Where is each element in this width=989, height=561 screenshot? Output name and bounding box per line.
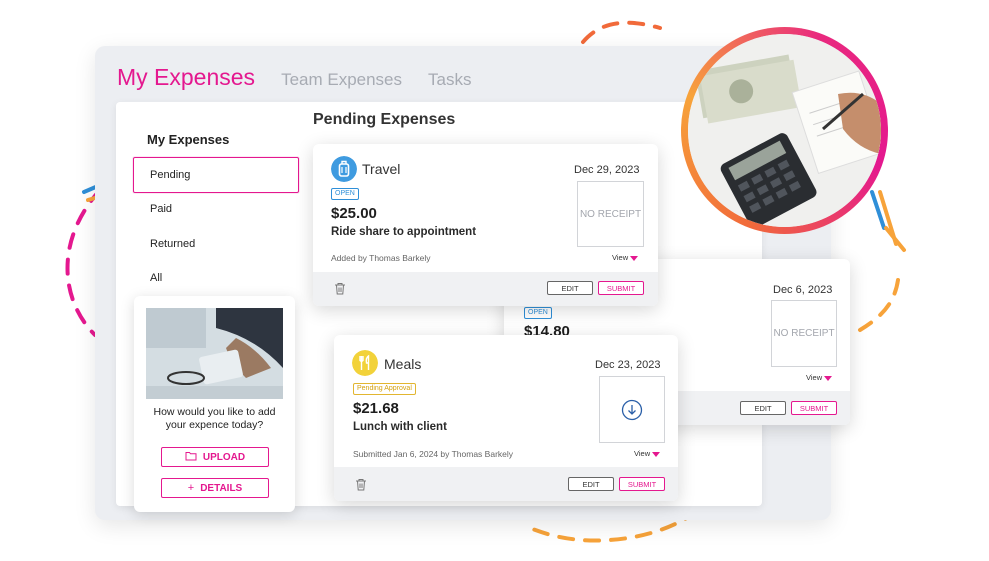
- expense-card-travel[interactable]: Travel OPEN $25.00 Ride share to appoint…: [313, 144, 658, 306]
- expense-meta: Submitted Jan 6, 2024 by Thomas Barkely: [353, 449, 514, 459]
- trash-icon[interactable]: [355, 478, 367, 491]
- sidebar-item-all[interactable]: All: [133, 260, 299, 296]
- folder-icon: [185, 451, 197, 464]
- expense-card-meals[interactable]: Meals Pending Approval $21.68 Lunch with…: [334, 335, 678, 501]
- submit-button[interactable]: SUBMIT: [791, 401, 837, 415]
- expense-date: Dec 23, 2023: [595, 359, 661, 371]
- luggage-icon: [331, 156, 357, 182]
- plus-icon: +: [187, 482, 195, 494]
- caret-down-icon: [824, 375, 833, 381]
- sidebar-item-paid[interactable]: Paid: [133, 191, 299, 227]
- section-title: Pending Expenses: [313, 111, 456, 128]
- expense-date: Dec 6, 2023: [773, 284, 833, 296]
- upload-button[interactable]: UPLOAD: [161, 447, 269, 467]
- submit-button[interactable]: SUBMIT: [598, 281, 644, 295]
- view-dropdown[interactable]: View: [612, 253, 639, 262]
- caret-down-icon: [652, 451, 661, 457]
- utensils-icon: [352, 350, 378, 376]
- edit-button[interactable]: EDIT: [568, 477, 614, 491]
- expense-date: Dec 29, 2023: [574, 164, 640, 176]
- sidebar-title: My Expenses: [147, 132, 230, 147]
- status-badge: OPEN: [524, 307, 552, 319]
- edit-button[interactable]: EDIT: [740, 401, 786, 415]
- category-label: Travel: [362, 161, 401, 177]
- expense-description: Ride share to appointment: [331, 226, 477, 238]
- calculator-photo: [146, 308, 283, 399]
- expense-meta: Added by Thomas Barkely: [331, 253, 431, 263]
- status-badge: OPEN: [331, 188, 359, 200]
- edit-button[interactable]: EDIT: [547, 281, 593, 295]
- details-button[interactable]: + DETAILS: [161, 478, 269, 498]
- marketing-stage: My Expenses Team Expenses Tasks My Expen…: [0, 0, 989, 561]
- caret-down-icon: [630, 255, 639, 261]
- receipt-placeholder: NO RECEIPT: [771, 300, 837, 367]
- download-icon: [621, 399, 643, 420]
- tab-tasks[interactable]: Tasks: [428, 70, 471, 90]
- add-expense-card: How would you like to add your expence t…: [134, 296, 295, 512]
- money-calculator-photo: [688, 34, 881, 227]
- add-expense-question: How would you like to add your expence t…: [153, 406, 276, 431]
- view-dropdown[interactable]: View: [634, 449, 661, 458]
- category-label: Meals: [384, 356, 422, 372]
- sparkle-right-icon: [870, 190, 906, 252]
- hero-photo-frame: [681, 27, 888, 234]
- view-dropdown[interactable]: View: [806, 373, 833, 382]
- receipt-placeholder: NO RECEIPT: [577, 181, 644, 247]
- receipt-upload-box[interactable]: [599, 376, 665, 443]
- sidebar-item-returned[interactable]: Returned: [133, 226, 299, 262]
- expense-amount: $25.00: [331, 205, 377, 222]
- tab-my-expenses[interactable]: My Expenses: [117, 64, 255, 91]
- trash-icon[interactable]: [334, 282, 346, 295]
- app-tabs: My Expenses Team Expenses Tasks: [117, 64, 497, 91]
- expense-description: Lunch with client: [353, 421, 447, 433]
- status-badge: Pending Approval: [353, 383, 416, 395]
- sidebar-item-pending[interactable]: Pending: [133, 157, 299, 193]
- submit-button[interactable]: SUBMIT: [619, 477, 665, 491]
- tab-team-expenses[interactable]: Team Expenses: [281, 70, 402, 90]
- expense-amount: $21.68: [353, 400, 399, 417]
